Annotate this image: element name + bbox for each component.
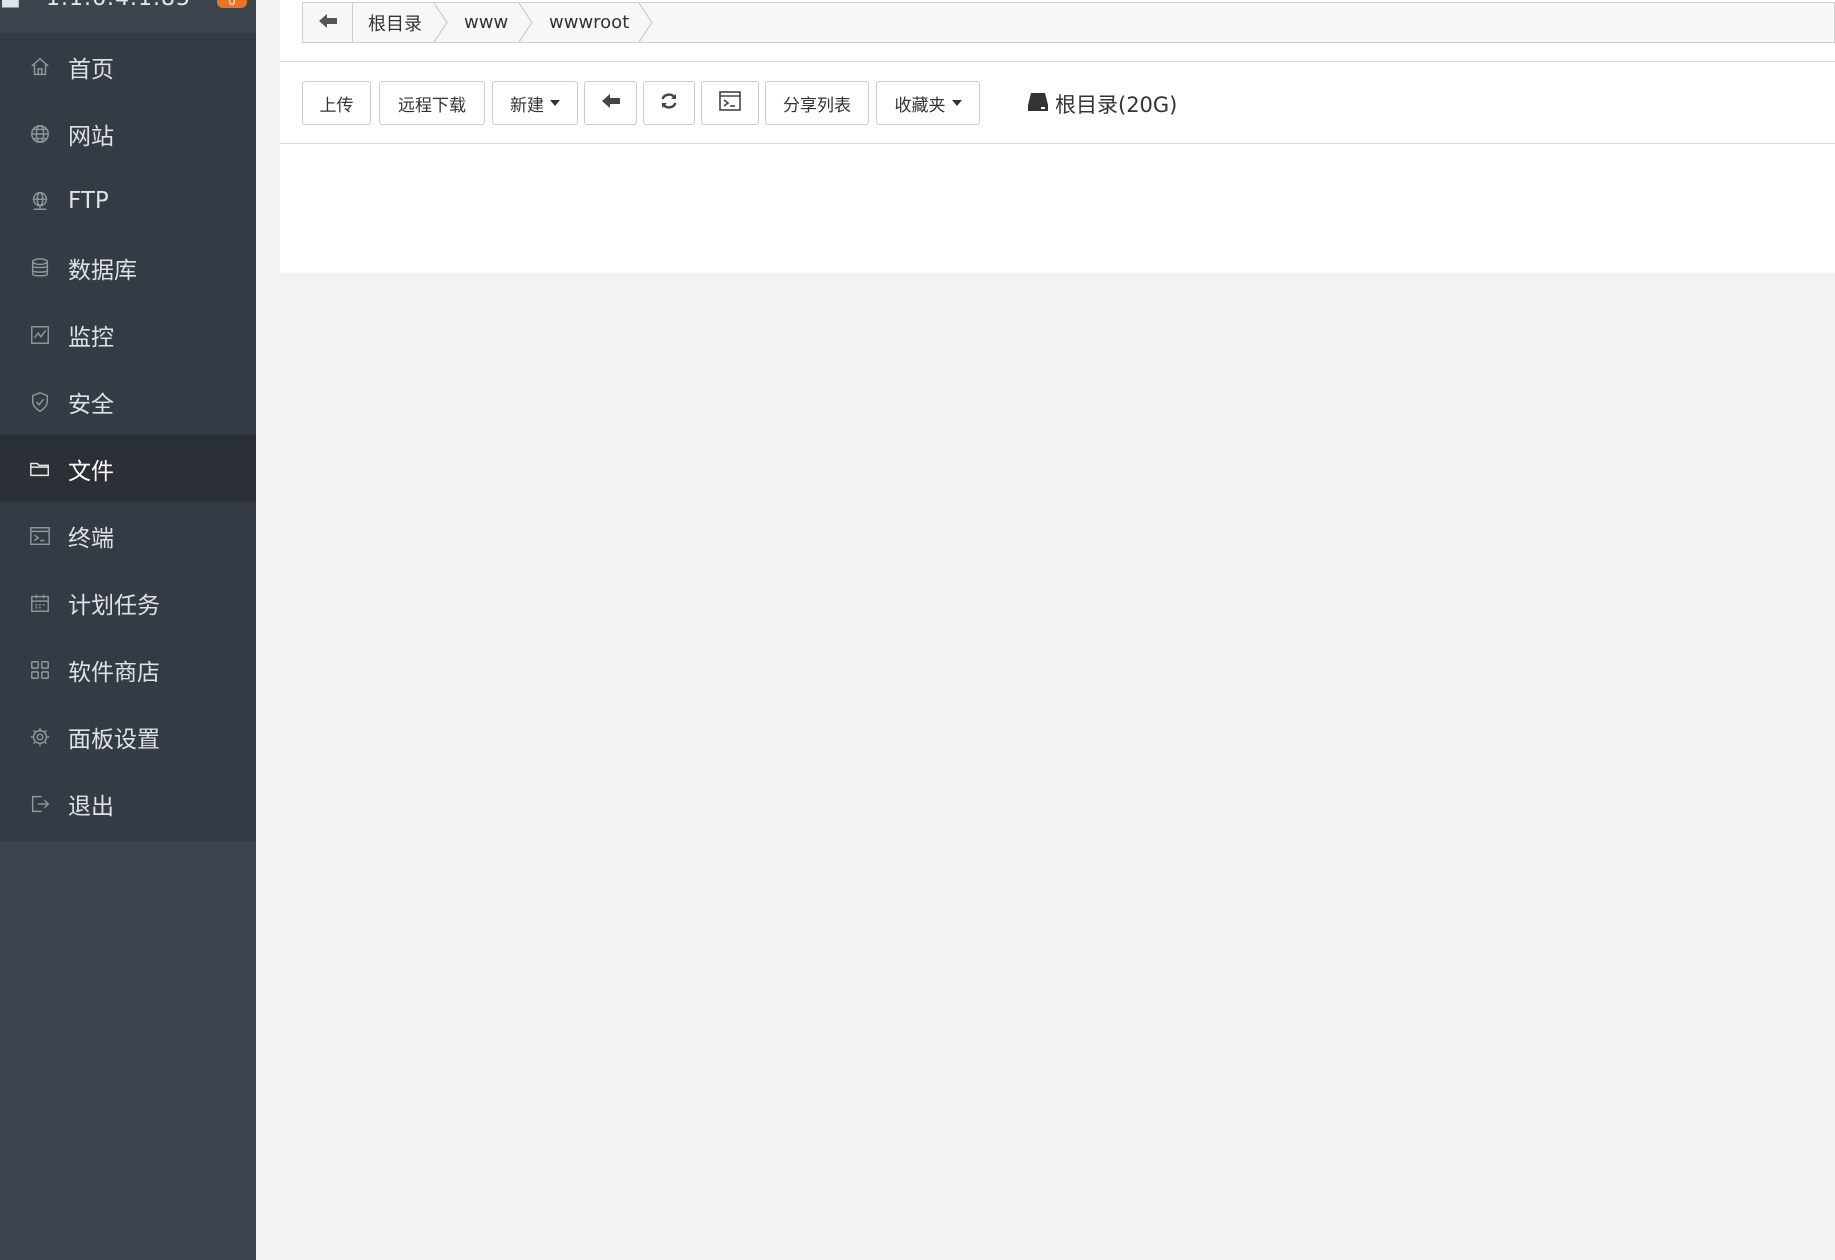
sidebar-item-label: 退出 [68,793,114,820]
breadcrumb-item-root[interactable]: 根目录 [368,3,422,42]
favorites-dropdown-button[interactable]: 收藏夹 [876,81,980,125]
calendar-icon [28,591,52,615]
apps-grid-icon [28,658,52,682]
ftp-icon [28,189,52,213]
sidebar-item-security[interactable]: 安全 [0,368,256,435]
disk-selector[interactable]: 根目录(20G) [1027,90,1177,118]
share-list-button[interactable]: 分享列表 [765,81,869,125]
divider [280,61,1835,62]
terminal-icon [28,524,52,548]
sidebar-item-terminal[interactable]: 终端 [0,502,256,569]
server-ip: 1.1.6.4.1.85 [46,0,191,11]
terminal-button[interactable] [701,81,759,125]
database-icon [28,256,52,280]
sidebar: ▬ 1.1.6.4.1.85 0 首页 网站 FTP 数据库 [0,0,256,1260]
caret-down-icon [550,100,560,106]
home-icon [28,55,52,79]
monitor-icon [28,323,52,347]
breadcrumb-back-button[interactable] [303,3,353,42]
breadcrumb-item-www[interactable]: www [464,3,508,42]
sidebar-header: ▬ 1.1.6.4.1.85 0 [0,0,256,33]
sidebar-menu: 首页 网站 FTP 数据库 监控 安全 文件 终端 计划任务 软件商店 面板设置… [0,33,256,841]
shield-icon [28,390,52,414]
sidebar-item-monitor[interactable]: 监控 [0,301,256,368]
breadcrumb-separator [433,2,449,43]
breadcrumb-item-wwwroot[interactable]: wwwroot [549,3,629,42]
refresh-button[interactable] [643,81,695,125]
logout-icon [28,792,52,816]
folder-icon [28,457,52,481]
arrow-left-icon [601,93,621,114]
sidebar-item-settings[interactable]: 面板设置 [0,703,256,770]
sidebar-item-website[interactable]: 网站 [0,100,256,167]
sidebar-item-label: 网站 [68,123,114,150]
breadcrumb-separator [638,2,654,43]
divider [280,143,1835,144]
sidebar-item-label: 软件商店 [68,659,160,686]
back-button[interactable] [584,81,637,125]
sidebar-item-files[interactable]: 文件 [0,435,256,502]
favorites-button-label: 收藏夹 [894,95,946,116]
sidebar-item-app-store[interactable]: 软件商店 [0,636,256,703]
arrow-left-icon [318,13,338,33]
sidebar-item-home[interactable]: 首页 [0,33,256,100]
breadcrumb: 根目录 www wwwroot [302,2,1835,43]
notification-badge[interactable]: 0 [217,0,247,8]
terminal-icon [719,90,741,116]
sidebar-item-ftp[interactable]: FTP [0,167,256,234]
server-icon: ▬ [0,0,21,15]
hard-drive-icon [1027,92,1055,117]
sidebar-item-label: 监控 [68,324,114,351]
disk-label: 根目录(20G) [1055,93,1178,117]
sidebar-item-label: 安全 [68,391,114,418]
breadcrumb-separator [518,2,534,43]
sidebar-item-cron[interactable]: 计划任务 [0,569,256,636]
new-button-label: 新建 [510,95,544,116]
refresh-icon [659,91,679,116]
sidebar-item-label: 首页 [68,56,114,83]
remote-download-button[interactable]: 远程下载 [379,81,485,125]
sidebar-item-label: 终端 [68,525,114,552]
upload-button[interactable]: 上传 [302,81,371,125]
sidebar-item-label: 数据库 [68,257,137,284]
sidebar-item-label: 面板设置 [68,726,160,753]
sidebar-item-label: 计划任务 [68,592,160,619]
sidebar-item-label: 文件 [68,458,114,485]
caret-down-icon [951,100,962,106]
sidebar-item-label: FTP [68,187,109,214]
globe-icon [28,122,52,146]
sidebar-item-logout[interactable]: 退出 [0,770,256,837]
sidebar-item-database[interactable]: 数据库 [0,234,256,301]
gear-icon [28,725,52,749]
new-dropdown-button[interactable]: 新建 [492,81,578,125]
